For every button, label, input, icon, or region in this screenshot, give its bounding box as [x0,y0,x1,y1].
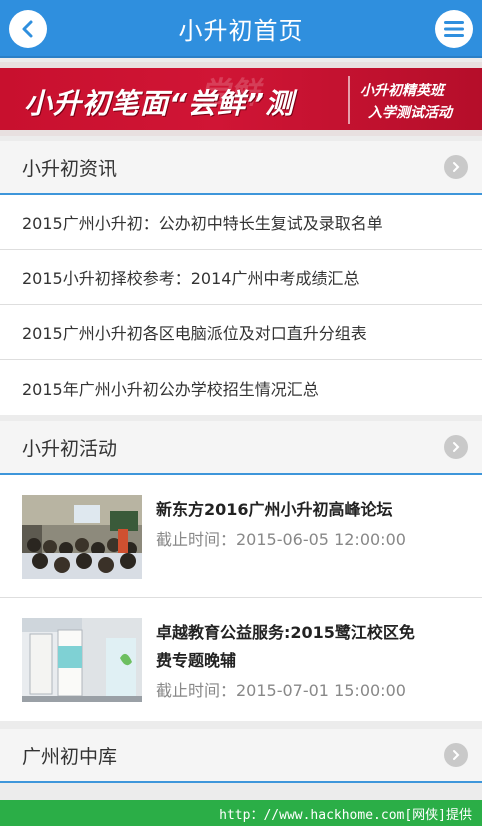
chevron-right-icon[interactable] [444,155,468,179]
news-item-text: 2015年广州小升初公办学校招生情况汇总 [22,379,319,399]
top-bar: 小升初首页 [0,0,482,58]
schools-section-title: 广州初中库 [22,745,118,768]
watermark-bar: http：//www.hackhome.com[网侠]提供 [0,800,482,826]
activity-item[interactable]: 新东方2016广州小升初高峰论坛 截止时间：2015-06-05 12:00:0… [0,475,482,598]
page-title: 小升初首页 [178,16,304,45]
back-button[interactable] [9,10,47,48]
menu-icon [444,21,464,37]
activity-title: 卓越教育公益服务:2015鹭江校区免 [156,623,415,642]
banner-divider [348,76,350,124]
banner-sub-line2: 入学测试活动 [368,105,452,121]
chevron-right-icon[interactable] [444,743,468,767]
activities-section: 小升初活动 新东方2016广州小升初高峰论坛 截止时间：2015-06-05 1… [0,421,482,721]
activity-title: 新东方2016广州小升初高峰论坛 [156,500,393,519]
news-item-text: 2015广州小升初各区电脑派位及对口直升分组表 [22,324,367,343]
chevron-left-icon [22,20,33,38]
news-section: 小升初资讯 2015广州小升初：公办初中特长生复试及录取名单 2015小升初择校… [0,141,482,415]
news-section-header[interactable]: 小升初资讯 [0,141,482,195]
news-item[interactable]: 2015广州小升初各区电脑派位及对口直升分组表 [0,305,482,360]
activity-text: 新东方2016广州小升初高峰论坛 截止时间：2015-06-05 12:00:0… [156,495,406,553]
activity-text: 卓越教育公益服务:2015鹭江校区免 费专题晚辅 截止时间：2015-07-01… [156,618,415,704]
news-item[interactable]: 2015广州小升初：公办初中特长生复试及录取名单 [0,195,482,250]
menu-button[interactable] [435,10,473,48]
banner-main-text: 小升初笔面“尝鲜”测 [24,87,295,120]
news-item-text: 2015广州小升初：公办初中特长生复试及录取名单 [22,214,383,233]
banner-bottom-strip [0,130,482,136]
activity-deadline: 截止时间：2015-06-05 12:00:00 [156,530,406,549]
promo-banner[interactable]: 尝鲜 小升初笔面“尝鲜”测 小升初精英班 入学测试活动 [0,62,482,136]
chevron-right-icon[interactable] [444,435,468,459]
banner-sub-line1: 小升初精英班 [360,83,444,99]
activity-thumbnail [22,495,142,579]
activities-section-title: 小升初活动 [22,437,118,460]
news-item[interactable]: 2015年广州小升初公办学校招生情况汇总 [0,360,482,415]
news-item-text: 2015小升初择校参考：2014广州中考成绩汇总 [22,269,360,288]
schools-section-header[interactable]: 广州初中库 [0,729,482,783]
activity-title-line2: 费专题晚辅 [156,651,237,670]
activity-thumbnail [22,618,142,702]
schools-section: 广州初中库 [0,729,482,783]
news-item[interactable]: 2015小升初择校参考：2014广州中考成绩汇总 [0,250,482,305]
activities-section-header[interactable]: 小升初活动 [0,421,482,475]
activity-deadline: 截止时间：2015-07-01 15:00:00 [156,681,406,700]
watermark-text: http：//www.hackhome.com[网侠]提供 [219,807,472,823]
activity-item[interactable]: 卓越教育公益服务:2015鹭江校区免 费专题晚辅 截止时间：2015-07-01… [0,598,482,721]
news-section-title: 小升初资讯 [22,157,118,180]
